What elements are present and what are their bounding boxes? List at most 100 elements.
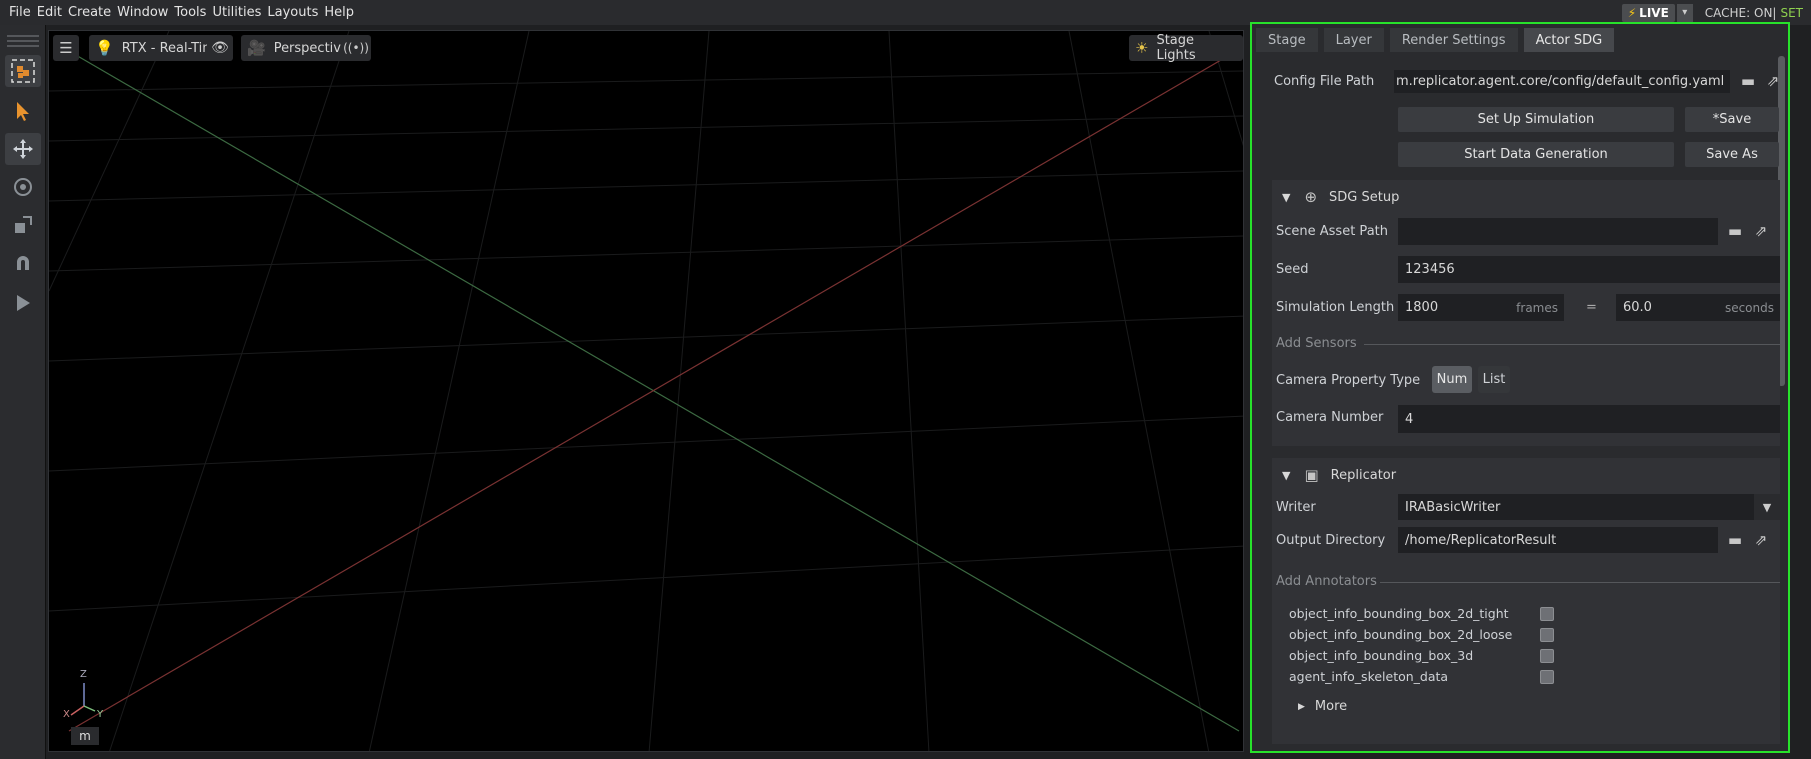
annotator-checkbox[interactable] [1540,670,1554,684]
chevron-down-icon[interactable]: ▼ [1754,494,1780,520]
config-file-path-input[interactable]: m.replicator.agent.core/config/default_c… [1394,70,1730,93]
set-up-simulation-button[interactable]: Set Up Simulation [1398,107,1674,132]
globe-icon: ⊕ [1304,188,1318,206]
camera-icon: 🎥 [247,39,266,57]
viewport[interactable]: ☰ 💡 RTX - Real-Time 👁 🎥 Perspective ((•)… [48,30,1244,752]
menu-layouts[interactable]: Layouts [267,5,318,20]
camera-number-input[interactable]: 4 [1398,405,1780,433]
menu-file[interactable]: File [9,5,31,20]
toolbar-grip [7,35,39,37]
more-expander[interactable]: ▶ More [1298,699,1347,714]
collapse-triangle-icon: ▼ [1282,190,1291,204]
sdg-setup-section: ▼ ⊕ SDG Setup Scene Asset Path ▬ ⇗ Seed … [1272,180,1780,446]
axis-y-label: Y [97,709,104,720]
broadcast-button[interactable]: ((•)) [341,35,371,61]
lightbulb-icon: 💡 [95,39,114,57]
equals-sign: = [1586,300,1597,315]
frames-value: 1800 [1405,300,1439,315]
menu-help[interactable]: Help [324,5,354,20]
play-icon[interactable] [5,287,41,319]
menu-edit[interactable]: Edit [37,5,62,20]
viewport-settings-button[interactable]: ☰ [53,35,79,61]
camera-button[interactable]: 🎥 Perspective [241,35,355,61]
menu-window[interactable]: Window [117,5,168,20]
sun-icon: ☀ [1135,39,1149,57]
seconds-unit: seconds [1724,300,1774,315]
open-external-icon[interactable]: ⇗ [1750,220,1772,242]
menu-tools[interactable]: Tools [174,5,206,20]
live-button[interactable]: ⚡ LIVE [1621,3,1675,22]
broadcast-icon: ((•)) [343,41,369,55]
toggle-num[interactable]: Num [1432,366,1472,393]
tab-layer[interactable]: Layer [1323,28,1384,52]
more-label: More [1314,699,1348,714]
menu-create[interactable]: Create [68,5,111,20]
viewport-grid [49,31,1243,751]
sliders-icon: ☰ [59,39,73,57]
toggle-list[interactable]: List [1478,366,1510,393]
seconds-input[interactable]: 60.0 seconds [1616,294,1780,321]
image-icon: ▣ [1304,466,1319,484]
folder-icon[interactable]: ▬ [1724,529,1746,551]
actor-sdg-panel: Stage Layer Render Settings Actor SDG Co… [1250,22,1790,753]
writer-select[interactable]: IRABasicWriter ▼ [1398,494,1780,520]
open-external-icon[interactable]: ⇗ [1762,70,1784,92]
cache-status[interactable]: CACHE: ON| [1705,6,1777,20]
axis-z-label: Z [80,669,87,680]
rotate-icon[interactable] [5,171,41,203]
menu-utilities[interactable]: Utilities [212,5,261,20]
toolbar-grip [7,45,39,47]
add-sensors-label: Add Sensors [1276,336,1357,351]
annotator-label: object_info_bounding_box_3d [1289,648,1474,663]
divider [1364,344,1780,345]
seed-label: Seed [1276,262,1309,277]
select-mode-icon[interactable] [5,55,41,87]
config-file-path-label: Config File Path [1274,74,1375,89]
save-as-button[interactable]: Save As [1685,142,1779,167]
eye-icon: 👁 [211,40,229,56]
save-button[interactable]: *Save [1685,107,1779,132]
visibility-button[interactable]: 👁 [207,35,233,61]
pointer-icon[interactable] [5,95,41,127]
tab-render-settings[interactable]: Render Settings [1389,28,1518,52]
annotator-label: object_info_bounding_box_2d_tight [1289,606,1509,621]
seed-input[interactable]: 123456 [1398,256,1780,283]
tab-stage[interactable]: Stage [1256,28,1318,52]
annotator-checkbox[interactable] [1540,628,1554,642]
camera-number-label: Camera Number [1276,410,1384,425]
stage-lights-button[interactable]: ☀ Stage Lights [1129,33,1243,63]
add-annotators-label: Add Annotators [1276,574,1377,589]
frames-unit: frames [1516,300,1558,315]
annotator-checkbox[interactable] [1540,649,1554,663]
annotator-label: object_info_bounding_box_2d_loose [1289,627,1513,642]
writer-label: Writer [1276,500,1316,515]
set-status[interactable]: SET [1780,6,1803,20]
annotator-checkbox[interactable] [1540,607,1554,621]
replicator-header[interactable]: ▼ ▣ Replicator [1282,466,1396,484]
seconds-value: 60.0 [1623,300,1652,315]
replicator-section: ▼ ▣ Replicator Writer IRABasicWriter ▼ O… [1272,458,1780,744]
move-icon[interactable] [5,133,41,165]
divider [1380,582,1780,583]
camera-property-type-label: Camera Property Type [1276,373,1421,388]
unit-label[interactable]: m [71,727,99,745]
scale-icon[interactable] [5,209,41,241]
stage-lights-label: Stage Lights [1156,33,1196,63]
sdg-setup-header[interactable]: ▼ ⊕ SDG Setup [1282,188,1399,206]
tab-actor-sdg[interactable]: Actor SDG [1523,28,1615,52]
scene-asset-path-input[interactable] [1398,218,1718,245]
scene-asset-path-label: Scene Asset Path [1276,224,1388,239]
folder-icon[interactable]: ▬ [1737,70,1759,92]
axis-x-label: X [63,709,70,720]
start-data-generation-button[interactable]: Start Data Generation [1398,142,1674,167]
annotator-label: agent_info_skeleton_data [1289,669,1449,684]
sdg-setup-title: SDG Setup [1329,189,1400,205]
frames-input[interactable]: 1800 frames [1398,294,1564,321]
toolbar-grip [7,40,39,42]
folder-icon[interactable]: ▬ [1724,220,1746,242]
open-external-icon[interactable]: ⇗ [1750,529,1772,551]
live-dropdown-chevron-icon[interactable]: ▾ [1676,3,1693,22]
left-toolbar [0,25,46,759]
output-directory-input[interactable]: /home/ReplicatorResult [1398,527,1718,553]
snap-magnet-icon[interactable] [5,247,41,279]
